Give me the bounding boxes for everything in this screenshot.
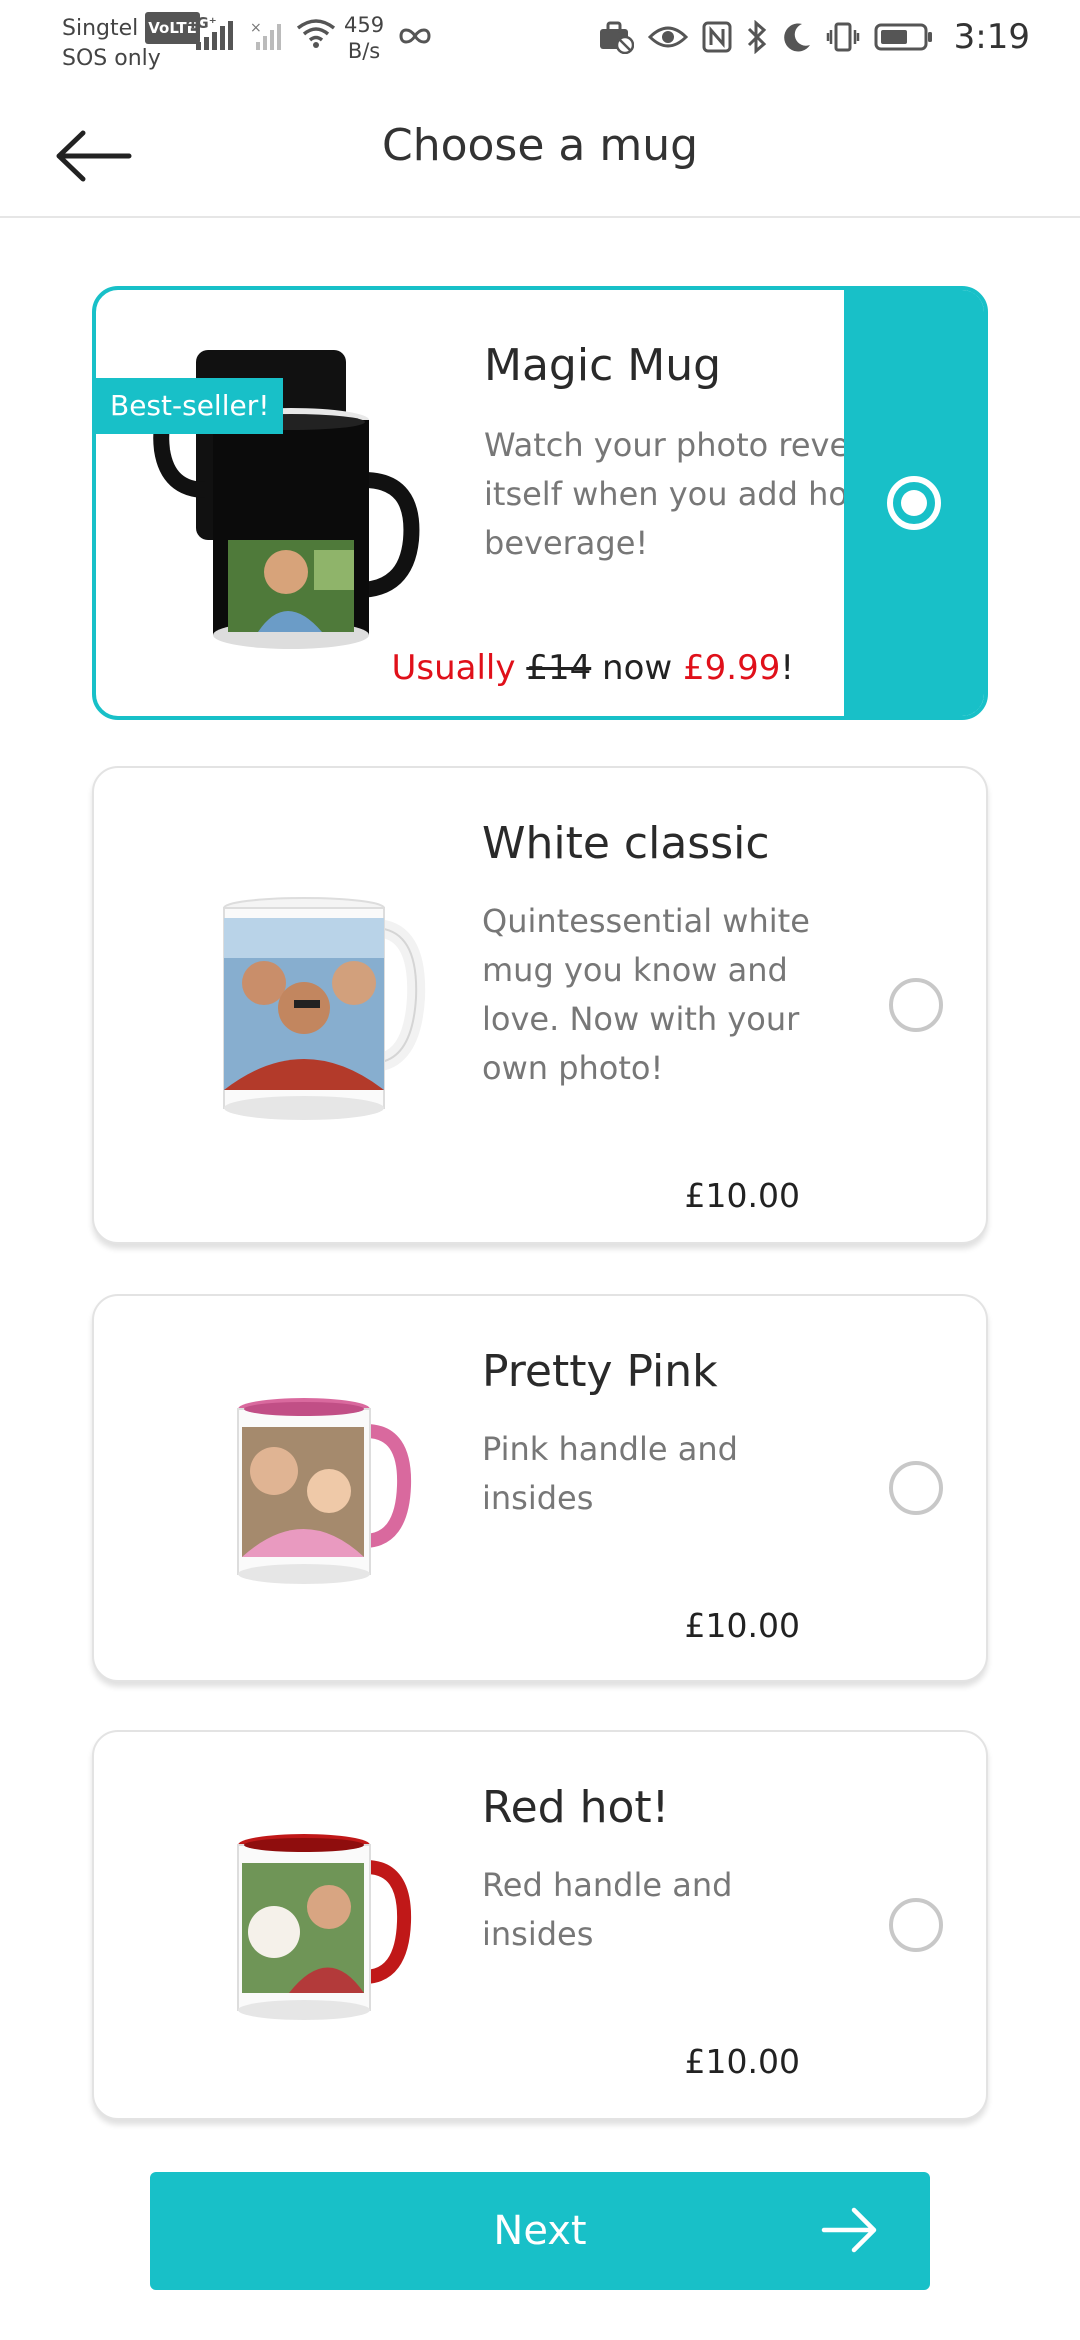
bluetooth-icon — [747, 20, 766, 54]
promo-end: ! — [780, 648, 794, 688]
page-title: Choose a mug — [381, 120, 699, 171]
promo-new-price: £9.99 — [683, 648, 781, 688]
red-mug-image — [124, 1827, 494, 2027]
select-panel[interactable] — [844, 290, 984, 716]
speed-value: 459 — [344, 13, 385, 37]
infinity-icon — [399, 28, 431, 44]
mug-name: Pretty Pink — [482, 1346, 718, 1397]
nfc-icon — [702, 21, 732, 53]
red-hot-info: Red hot! Red handle and insides — [482, 1782, 902, 1959]
mug-price: £10.00 — [684, 2042, 800, 2081]
select-panel[interactable] — [846, 1732, 986, 2118]
promo-old-price: £14 — [526, 648, 592, 688]
status-bar: Singtel VoLTE SOS only 4G⁺ × 459 B/s 3:1… — [0, 0, 1080, 80]
moon-icon — [783, 23, 810, 52]
mug-description: Watch your photo reveal itself when you … — [484, 426, 878, 562]
white-classic-info: White classic Quintessential white mug y… — [482, 818, 902, 1093]
battery-icon — [874, 23, 932, 51]
radio-unselected[interactable] — [889, 1461, 943, 1515]
mug-name: Magic Mug — [484, 340, 722, 391]
signal-strength-icon — [196, 21, 233, 50]
carrier-name: Singtel — [62, 16, 139, 41]
arrow-right-icon — [821, 2207, 877, 2253]
clock: 3:19 — [953, 17, 1030, 57]
network-speed: 459 B/s — [344, 12, 384, 64]
carrier-info: Singtel VoLTE SOS only — [62, 12, 200, 74]
pink-mug-image — [124, 1391, 494, 1591]
mug-price: £10.00 — [684, 1606, 800, 1645]
pretty-pink-info: Pretty Pink Pink handle and insides — [482, 1346, 902, 1523]
signal-strength-2-icon: × — [250, 20, 281, 50]
sos-text: SOS only — [62, 46, 161, 71]
radio-unselected[interactable] — [889, 978, 943, 1032]
svg-text:×: × — [250, 20, 262, 36]
mug-card-pretty-pink[interactable]: Pretty Pink Pink handle and insides £10.… — [92, 1294, 988, 1682]
app-header: Choose a mug — [0, 80, 1080, 218]
eye-comfort-icon — [647, 26, 688, 48]
mug-card-red-hot[interactable]: Red hot! Red handle and insides £10.00 — [92, 1730, 988, 2120]
work-profile-icon — [599, 21, 634, 54]
next-button-label: Next — [493, 2208, 587, 2254]
mug-price: £10.00 — [684, 1176, 800, 1215]
mug-name: White classic — [482, 818, 770, 869]
mug-description: Pink handle and insides — [482, 1430, 738, 1517]
promo-now: now — [602, 648, 673, 688]
best-seller-badge: Best-seller! — [96, 378, 284, 434]
radio-unselected[interactable] — [889, 1898, 943, 1952]
promo-price: Usually £14 now £9.99! — [392, 648, 795, 688]
mug-card-white-classic[interactable]: White classic Quintessential white mug y… — [92, 766, 988, 1244]
select-panel[interactable] — [846, 768, 986, 1242]
mug-description: Quintessential white mug you know and lo… — [482, 902, 810, 1087]
speed-unit: B/s — [347, 39, 381, 63]
vibrate-icon — [826, 22, 859, 52]
mug-description: Red handle and insides — [482, 1866, 733, 1953]
status-icons: 3:19 — [598, 14, 1030, 60]
wifi-icon — [296, 19, 336, 48]
promo-usually: Usually — [391, 648, 516, 688]
next-button[interactable]: Next — [150, 2172, 930, 2290]
mug-card-magic[interactable]: Best-seller! Magic Mug Watch your photo … — [92, 286, 988, 720]
mug-name: Red hot! — [482, 1782, 670, 1833]
select-panel[interactable] — [846, 1296, 986, 1680]
magic-mug-info: Magic Mug Watch your photo reveal itself… — [484, 340, 904, 568]
radio-selected[interactable] — [887, 476, 941, 530]
white-mug-image — [124, 888, 494, 1138]
